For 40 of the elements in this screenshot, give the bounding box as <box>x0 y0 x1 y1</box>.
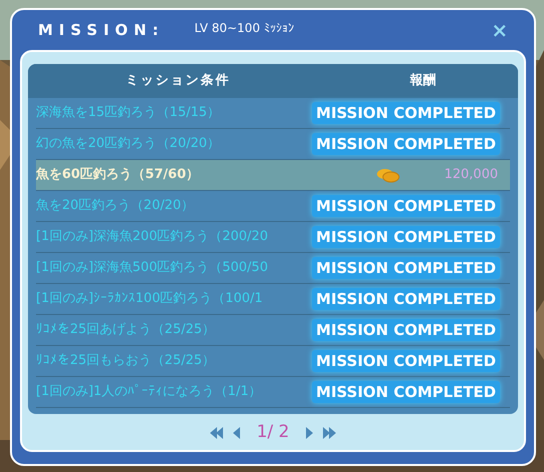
mission-condition: 魚を20匹釣ろう（20/20） <box>36 197 196 216</box>
completed-status: MISSION COMPLETED <box>312 194 500 218</box>
column-header: ミッション条件 <box>124 72 232 90</box>
page-indicator: 1/ 2 <box>256 421 290 444</box>
mission-row[interactable]: ﾘｺﾒを25回もらおう（25/25） MISSION COMPLETED <box>36 346 510 377</box>
mission-row[interactable]: 魚を60匹釣ろう（57/60） 120,000 <box>36 160 510 191</box>
completed-status: MISSION COMPLETED <box>312 256 500 280</box>
last-page-button[interactable] <box>322 426 338 440</box>
mission-row[interactable]: 深海魚を15匹釣ろう（15/15） MISSION COMPLETED <box>36 98 510 129</box>
mission-row[interactable]: [1回のみ]深海魚500匹釣ろう（500/50 MISSION COMPLETED <box>36 253 510 284</box>
mission-condition: [1回のみ]ｼｰﾗｶﾝｽ100匹釣ろう（100/1 <box>36 290 264 308</box>
coins-icon <box>376 167 400 183</box>
mission-row[interactable]: 魚を20匹釣ろう（20/20） MISSION COMPLETED <box>36 191 510 222</box>
reward-amount: 120,000 <box>444 166 498 184</box>
completed-status: MISSION COMPLETED <box>312 318 500 342</box>
mission-condition: 深海魚を15匹釣ろう（15/15） <box>36 104 222 122</box>
mission-condition: ﾘｺﾒを25回あげよう（25/25） <box>36 321 216 340</box>
completed-status: MISSION COMPLETED <box>312 132 500 156</box>
previous-page-button[interactable] <box>232 426 241 440</box>
completed-status: MISSION COMPLETED <box>312 350 500 372</box>
mission-condition: ﾘｺﾒを25回もらおう（25/25） <box>36 352 216 370</box>
mission-row[interactable]: ﾘｺﾒを25回あげよう（25/25） MISSION COMPLETED <box>36 315 510 346</box>
completed-status: MISSION COMPLETED <box>312 380 500 404</box>
mission-condition: [1回のみ]深海魚500匹釣ろう（500/50 <box>36 259 269 278</box>
mission-row[interactable]: [1回のみ]深海魚200匹釣ろう（200/20 MISSION COMPLETED <box>36 222 510 253</box>
first-page-button[interactable] <box>208 426 224 440</box>
window-title: MISSION: <box>38 20 164 41</box>
mission-condition: 幻の魚を20匹釣ろう（20/20） <box>36 135 222 154</box>
completed-status: MISSION COMPLETED <box>312 288 500 310</box>
mission-condition: [1回のみ]1人のﾊﾟｰﾃｨになろう（1/1） <box>36 383 263 402</box>
mission-row[interactable]: [1回のみ]ｼｰﾗｶﾝｽ100匹釣ろう（100/1 MISSION COMPLETED <box>36 284 510 315</box>
column-header: 報酬 <box>409 72 437 90</box>
mission-condition: 魚を60匹釣ろう（57/60） <box>36 166 200 184</box>
window-subtitle: LV 80~100 ﾐｯｼｮﾝ <box>194 20 294 37</box>
close-button[interactable]: × <box>491 20 508 40</box>
completed-status: MISSION COMPLETED <box>312 226 500 248</box>
mission-row[interactable]: [1回のみ]1人のﾊﾟｰﾃｨになろう（1/1） MISSION COMPLETED <box>36 377 510 408</box>
mission-condition: [1回のみ]深海魚200匹釣ろう（200/20 <box>36 228 269 246</box>
completed-status: MISSION COMPLETED <box>312 102 500 124</box>
next-page-button[interactable] <box>305 426 314 440</box>
